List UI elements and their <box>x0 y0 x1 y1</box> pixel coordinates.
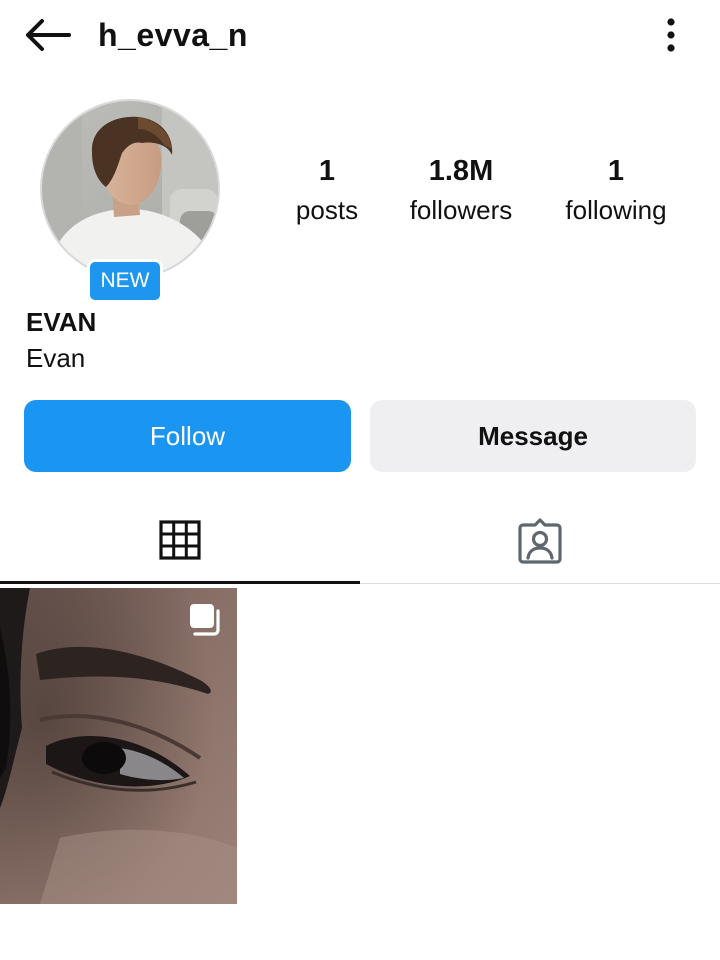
more-options-icon[interactable] <box>656 14 686 56</box>
posts-count-value: 1 <box>318 155 336 187</box>
active-tab-indicator <box>0 581 360 584</box>
avatar[interactable] <box>40 99 220 279</box>
display-name: EVAN <box>26 307 97 337</box>
top-bar: h_evva_n <box>0 0 720 70</box>
profile-username: h_evva_n <box>98 17 248 53</box>
followers-count-value: 1.8M <box>428 155 494 187</box>
bio-name: Evan <box>26 343 86 373</box>
new-badge-label: NEW <box>90 262 160 300</box>
multiple-photos-icon <box>190 604 220 636</box>
follow-button[interactable]: Follow <box>24 400 351 472</box>
tab-tagged[interactable] <box>360 500 720 584</box>
followers-count-label: followers <box>409 195 513 225</box>
following-count-label: following <box>565 195 667 225</box>
followers-count[interactable]: 1.8M followers <box>392 150 530 228</box>
new-badge: NEW <box>87 259 163 303</box>
tab-posts-grid[interactable] <box>0 500 360 584</box>
posts-count-label: posts <box>295 195 359 225</box>
following-count-value: 1 <box>607 155 625 187</box>
posts-count[interactable]: 1 posts <box>268 150 386 228</box>
tagged-person-icon <box>518 518 562 564</box>
back-arrow-icon[interactable] <box>22 14 72 56</box>
grid-icon <box>159 520 201 560</box>
message-button[interactable]: Message <box>370 400 696 472</box>
following-count[interactable]: 1 following <box>548 150 684 228</box>
post-thumbnail[interactable] <box>0 588 237 904</box>
